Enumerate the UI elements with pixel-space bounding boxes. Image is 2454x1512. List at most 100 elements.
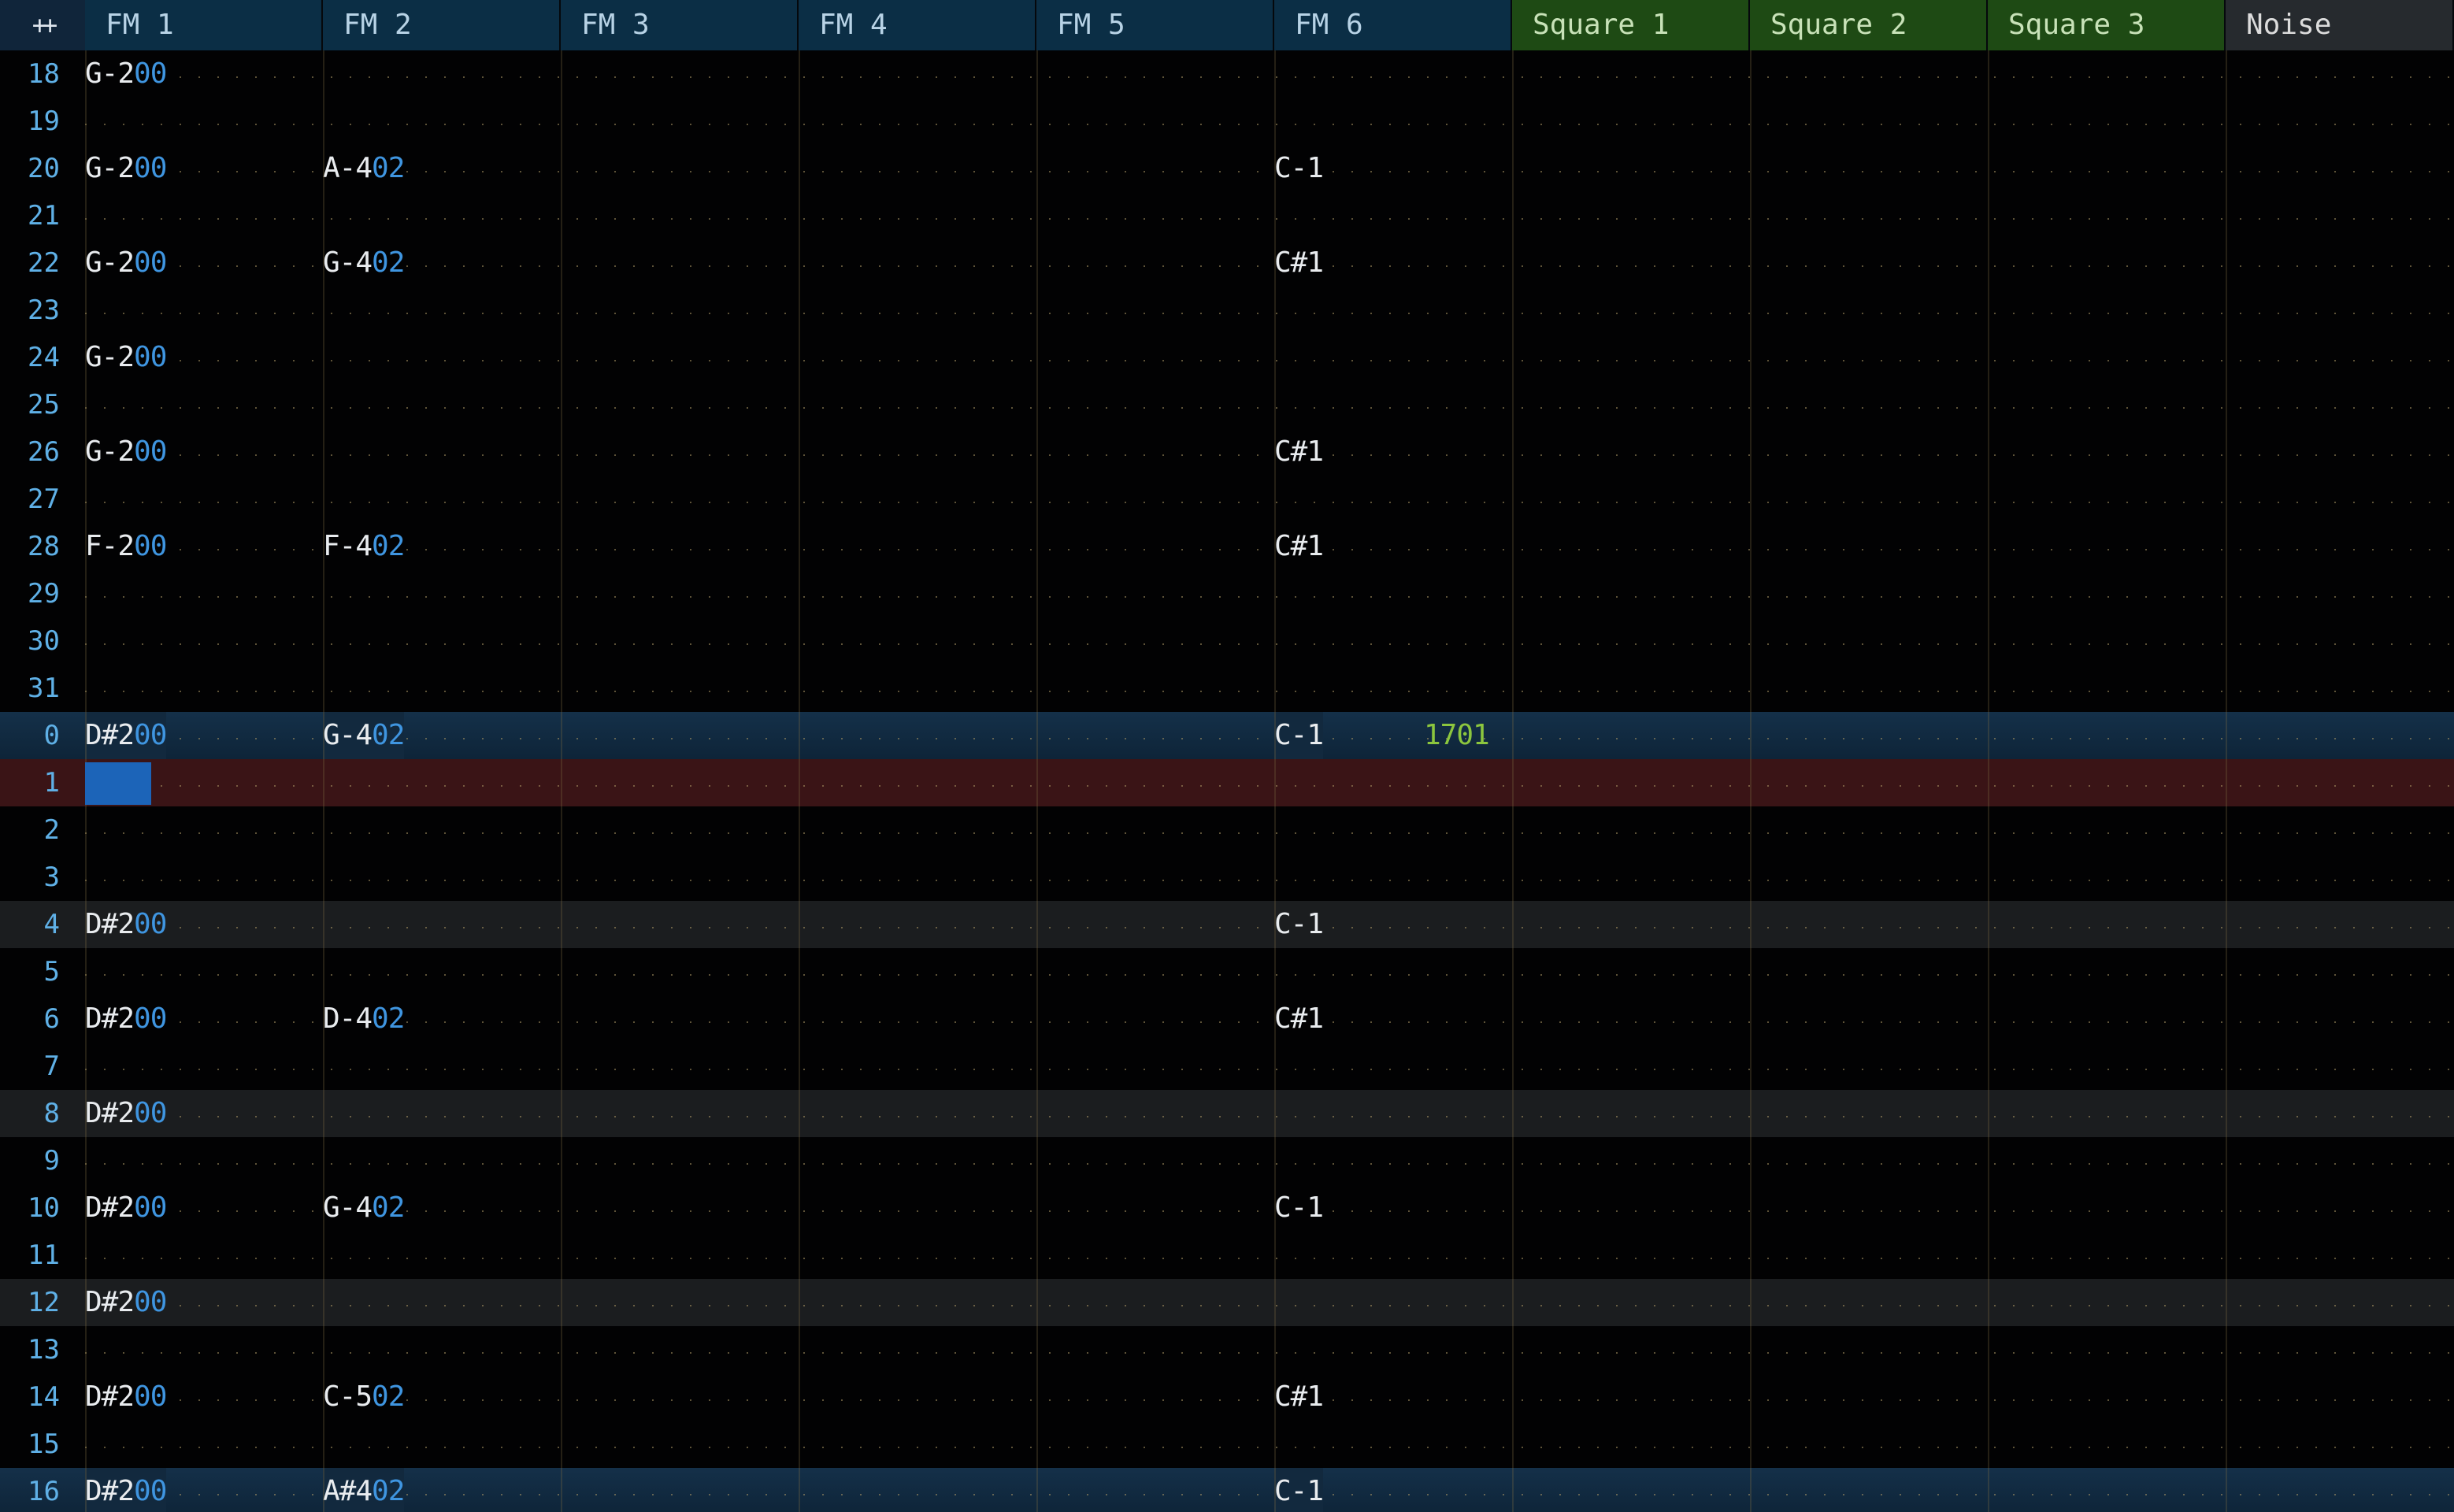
pattern-row[interactable]: 2 — [0, 806, 2454, 854]
pattern-cell[interactable]: G-200 — [85, 428, 167, 476]
channel-header-fm-5[interactable]: FM 5 — [1036, 0, 1274, 50]
channel-header-fm-3[interactable]: FM 3 — [561, 0, 799, 50]
pattern-row[interactable]: 22 G-200 G-402 C#1 — [0, 239, 2454, 287]
pattern-cell[interactable]: G-402 — [323, 712, 405, 759]
pattern-cell[interactable]: G-402 — [323, 1184, 405, 1232]
note-value: D#2 — [85, 1002, 135, 1035]
pattern-row[interactable]: 28 F-200 F-402 C#1 — [0, 523, 2454, 570]
channel-header-noise[interactable]: Noise — [2226, 0, 2454, 50]
pattern-cell[interactable]: G-200 — [85, 50, 167, 98]
pattern-cell[interactable]: C-1 — [1274, 1468, 1324, 1512]
empty-cells-dots — [85, 313, 2454, 314]
pattern-row[interactable]: 15 — [0, 1421, 2454, 1468]
pattern-row[interactable]: 5 — [0, 948, 2454, 995]
pattern-cell[interactable]: G-200 — [85, 239, 167, 287]
instrument-value: 02 — [372, 1191, 405, 1224]
pattern-row[interactable]: 9 — [0, 1137, 2454, 1184]
channel-header-fm-6[interactable]: FM 6 — [1274, 0, 1512, 50]
pattern-cell[interactable]: D#200 — [85, 1184, 167, 1232]
instrument-value: 00 — [134, 719, 167, 751]
pattern-cell[interactable]: C#1 — [1274, 523, 1324, 570]
pattern-row[interactable]: 6 D#200 D-402 C#1 — [0, 995, 2454, 1043]
pattern-row[interactable]: 25 — [0, 381, 2454, 428]
pattern-row[interactable]: 16 D#200 A#402 C-1 — [0, 1468, 2454, 1512]
note-value: G-4 — [323, 719, 373, 751]
pattern-cell[interactable]: C-1 — [1274, 1184, 1324, 1232]
pattern-cell[interactable]: C-502 — [323, 1373, 405, 1421]
pattern-cell[interactable]: G-200 — [85, 334, 167, 381]
expand-channels-button[interactable]: ++ — [0, 0, 85, 50]
pattern-row[interactable]: 31 — [0, 665, 2454, 712]
instrument-value: 00 — [134, 908, 167, 940]
pattern-cell[interactable]: D#200 — [85, 1373, 167, 1421]
pattern-editor[interactable]: ++ FM 1 FM 2 FM 3 FM 4 FM 5 FM 6 Square 1 Squar… — [0, 0, 2454, 1512]
pattern-row[interactable]: 29 — [0, 570, 2454, 617]
note-value: C-1 — [1274, 719, 1324, 751]
pattern-row[interactable]: 10 D#200 G-402 C-1 — [0, 1184, 2454, 1232]
pattern-row[interactable]: 20 G-200 A-402 C-1 — [0, 145, 2454, 192]
pattern-cell[interactable]: D#200 — [85, 1090, 167, 1137]
pattern-row[interactable]: 4 D#200 C-1 — [0, 901, 2454, 948]
row-number: 22 — [28, 247, 60, 279]
pattern-row[interactable]: 19 — [0, 98, 2454, 145]
pattern-row[interactable]: 27 — [0, 476, 2454, 523]
pattern-row[interactable]: 18 G-200 — [0, 50, 2454, 98]
pattern-row[interactable]: 7 — [0, 1043, 2454, 1090]
pattern-row[interactable]: 11 — [0, 1232, 2454, 1279]
pattern-cell[interactable]: C-1 — [1274, 145, 1324, 192]
row-number: 21 — [28, 200, 60, 232]
note-value: D#2 — [85, 1475, 135, 1507]
pattern-row[interactable]: 14 D#200 C-502 C#1 — [0, 1373, 2454, 1421]
pattern-cell[interactable]: C#1 — [1274, 995, 1324, 1043]
empty-cells-dots — [85, 1305, 2454, 1306]
channel-header-square-1[interactable]: Square 1 — [1512, 0, 1750, 50]
pattern-cell[interactable]: D#200 — [85, 1468, 167, 1512]
channel-header-fm-2[interactable]: FM 2 — [323, 0, 561, 50]
pattern-row[interactable]: 1 — [0, 759, 2454, 806]
pattern-cell[interactable]: D-402 — [323, 995, 405, 1043]
pattern-cell[interactable]: D#200 — [85, 1279, 167, 1326]
pattern-cell[interactable]: G-200 — [85, 145, 167, 192]
pattern-row[interactable]: 21 — [0, 192, 2454, 239]
pattern-cell[interactable]: F-402 — [323, 523, 405, 570]
pattern-cell[interactable]: A#402 — [323, 1468, 405, 1512]
empty-cells-dots — [85, 1210, 2454, 1212]
column-divider — [2226, 50, 2227, 1512]
channel-header-fm-1[interactable]: FM 1 — [85, 0, 323, 50]
note-value: C-1 — [1274, 908, 1324, 940]
row-number: 20 — [28, 153, 60, 184]
pattern-cell[interactable]: D#200 — [85, 901, 167, 948]
pattern-cell[interactable]: G-402 — [323, 239, 405, 287]
pattern-row[interactable]: 13 — [0, 1326, 2454, 1373]
pattern-cell[interactable]: C#1 — [1274, 428, 1324, 476]
channel-header-square-2[interactable]: Square 2 — [1750, 0, 1988, 50]
channel-header-square-3[interactable]: Square 3 — [1988, 0, 2226, 50]
channel-header-fm-4[interactable]: FM 4 — [799, 0, 1036, 50]
pattern-cell[interactable]: C#1 — [1274, 239, 1324, 287]
pattern-cell[interactable]: D#200 — [85, 995, 167, 1043]
note-value: G-2 — [85, 435, 135, 468]
pattern-row[interactable]: 30 — [0, 617, 2454, 665]
pattern-cell[interactable]: C-1 — [1274, 712, 1324, 759]
effect-value[interactable]: 1701 — [1424, 712, 1490, 759]
instrument-value: 00 — [134, 152, 167, 184]
pattern-row[interactable]: 12 D#200 — [0, 1279, 2454, 1326]
pattern-cell[interactable]: C#1 — [1274, 1373, 1324, 1421]
channel-header-bar: ++ FM 1 FM 2 FM 3 FM 4 FM 5 FM 6 Square 1 Squar… — [0, 0, 2454, 50]
pattern-row[interactable]: 0 D#200 G-402 C-1 1701 — [0, 712, 2454, 759]
row-number: 23 — [28, 295, 60, 326]
pattern-row[interactable]: 23 — [0, 287, 2454, 334]
pattern-row[interactable]: 26 G-200 C#1 — [0, 428, 2454, 476]
pattern-cell[interactable]: A-402 — [323, 145, 405, 192]
row-number: 16 — [28, 1476, 60, 1507]
instrument-value: 00 — [134, 1191, 167, 1224]
pattern-row[interactable]: 8 D#200 — [0, 1090, 2454, 1137]
empty-cells-dots — [85, 1447, 2454, 1448]
row-number: 19 — [28, 106, 60, 137]
pattern-row[interactable]: 24 G-200 — [0, 334, 2454, 381]
pattern-cell[interactable]: C-1 — [1274, 901, 1324, 948]
pattern-cell[interactable]: D#200 — [85, 712, 167, 759]
row-number: 6 — [43, 1003, 60, 1035]
pattern-cell[interactable]: F-200 — [85, 523, 167, 570]
pattern-row[interactable]: 3 — [0, 854, 2454, 901]
